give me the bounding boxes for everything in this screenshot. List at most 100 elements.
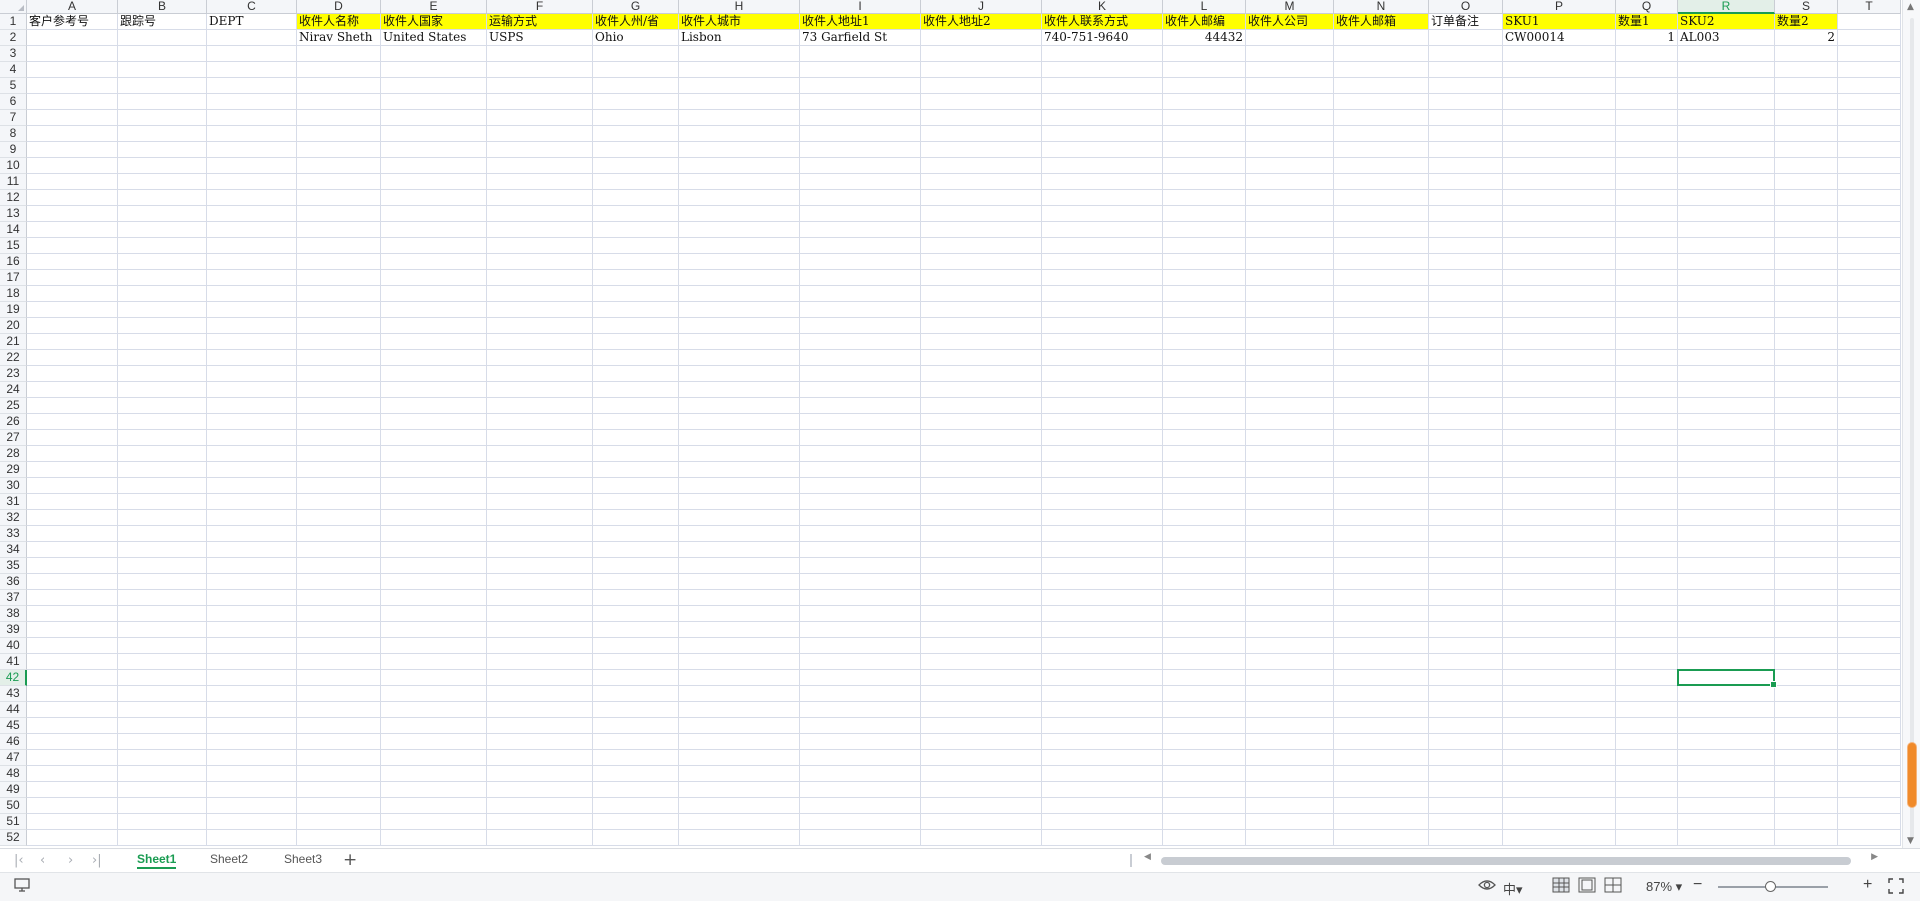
cell-m42[interactable] [1246, 670, 1334, 686]
cell-d51[interactable] [297, 814, 381, 830]
cell-j42[interactable] [921, 670, 1042, 686]
cell-e48[interactable] [381, 766, 487, 782]
cell-h40[interactable] [679, 638, 800, 654]
cell-d4[interactable] [297, 62, 381, 78]
cell-r32[interactable] [1678, 510, 1775, 526]
cell-o49[interactable] [1429, 782, 1503, 798]
cell-r18[interactable] [1678, 286, 1775, 302]
cell-c42[interactable] [207, 670, 297, 686]
cell-k46[interactable] [1042, 734, 1163, 750]
cell-i14[interactable] [800, 222, 921, 238]
cell-k21[interactable] [1042, 334, 1163, 350]
cell-d25[interactable] [297, 398, 381, 414]
cell-h21[interactable] [679, 334, 800, 350]
cell-q37[interactable] [1616, 590, 1678, 606]
cell-n22[interactable] [1334, 350, 1429, 366]
cell-b38[interactable] [118, 606, 207, 622]
cell-j36[interactable] [921, 574, 1042, 590]
cell-r45[interactable] [1678, 718, 1775, 734]
cell-q20[interactable] [1616, 318, 1678, 334]
cell-r49[interactable] [1678, 782, 1775, 798]
cell-a27[interactable] [27, 430, 118, 446]
cell-a40[interactable] [27, 638, 118, 654]
cell-d37[interactable] [297, 590, 381, 606]
cell-l12[interactable] [1163, 190, 1246, 206]
cell-e46[interactable] [381, 734, 487, 750]
cell-c27[interactable] [207, 430, 297, 446]
cell-d8[interactable] [297, 126, 381, 142]
cell-s37[interactable] [1775, 590, 1838, 606]
cell-c44[interactable] [207, 702, 297, 718]
cell-s1[interactable]: 数量2 [1775, 14, 1838, 30]
cell-t2[interactable] [1838, 30, 1901, 46]
cell-m19[interactable] [1246, 302, 1334, 318]
cell-h13[interactable] [679, 206, 800, 222]
cell-c1[interactable]: DEPT [207, 14, 297, 30]
cell-n18[interactable] [1334, 286, 1429, 302]
cell-s33[interactable] [1775, 526, 1838, 542]
column-header-h[interactable]: H [679, 0, 800, 14]
cell-a38[interactable] [27, 606, 118, 622]
cell-l18[interactable] [1163, 286, 1246, 302]
cell-n5[interactable] [1334, 78, 1429, 94]
cell-j33[interactable] [921, 526, 1042, 542]
cell-p49[interactable] [1503, 782, 1616, 798]
cell-o23[interactable] [1429, 366, 1503, 382]
row-header-2[interactable]: 2 [0, 30, 27, 46]
cell-h31[interactable] [679, 494, 800, 510]
cell-o5[interactable] [1429, 78, 1503, 94]
cell-o1[interactable]: 订单备注 [1429, 14, 1503, 30]
cell-k42[interactable] [1042, 670, 1163, 686]
cell-d45[interactable] [297, 718, 381, 734]
cell-p5[interactable] [1503, 78, 1616, 94]
cell-m40[interactable] [1246, 638, 1334, 654]
column-header-c[interactable]: C [207, 0, 297, 14]
cell-l4[interactable] [1163, 62, 1246, 78]
cell-r41[interactable] [1678, 654, 1775, 670]
cell-o7[interactable] [1429, 110, 1503, 126]
cell-l51[interactable] [1163, 814, 1246, 830]
cell-g37[interactable] [593, 590, 679, 606]
cell-t4[interactable] [1838, 62, 1901, 78]
cell-d41[interactable] [297, 654, 381, 670]
cell-h1[interactable]: 收件人城市 [679, 14, 800, 30]
cell-g11[interactable] [593, 174, 679, 190]
cell-f1[interactable]: 运输方式 [487, 14, 593, 30]
cell-n32[interactable] [1334, 510, 1429, 526]
cell-c39[interactable] [207, 622, 297, 638]
cell-s47[interactable] [1775, 750, 1838, 766]
cell-k12[interactable] [1042, 190, 1163, 206]
cell-c46[interactable] [207, 734, 297, 750]
cell-j45[interactable] [921, 718, 1042, 734]
cell-h7[interactable] [679, 110, 800, 126]
cell-l15[interactable] [1163, 238, 1246, 254]
cell-o51[interactable] [1429, 814, 1503, 830]
row-header-10[interactable]: 10 [0, 158, 27, 174]
cell-t18[interactable] [1838, 286, 1901, 302]
cell-r47[interactable] [1678, 750, 1775, 766]
cell-g5[interactable] [593, 78, 679, 94]
cell-n14[interactable] [1334, 222, 1429, 238]
cell-l30[interactable] [1163, 478, 1246, 494]
cell-f30[interactable] [487, 478, 593, 494]
cell-a47[interactable] [27, 750, 118, 766]
cell-e17[interactable] [381, 270, 487, 286]
cell-g16[interactable] [593, 254, 679, 270]
cell-q11[interactable] [1616, 174, 1678, 190]
cell-l33[interactable] [1163, 526, 1246, 542]
cell-k43[interactable] [1042, 686, 1163, 702]
cell-s12[interactable] [1775, 190, 1838, 206]
cell-i38[interactable] [800, 606, 921, 622]
cell-c11[interactable] [207, 174, 297, 190]
cell-s27[interactable] [1775, 430, 1838, 446]
cell-q48[interactable] [1616, 766, 1678, 782]
cell-t30[interactable] [1838, 478, 1901, 494]
cell-q23[interactable] [1616, 366, 1678, 382]
cell-k22[interactable] [1042, 350, 1163, 366]
column-header-g[interactable]: G [593, 0, 679, 14]
cell-l9[interactable] [1163, 142, 1246, 158]
cell-s38[interactable] [1775, 606, 1838, 622]
row-header-22[interactable]: 22 [0, 350, 27, 366]
cell-c32[interactable] [207, 510, 297, 526]
cell-o12[interactable] [1429, 190, 1503, 206]
